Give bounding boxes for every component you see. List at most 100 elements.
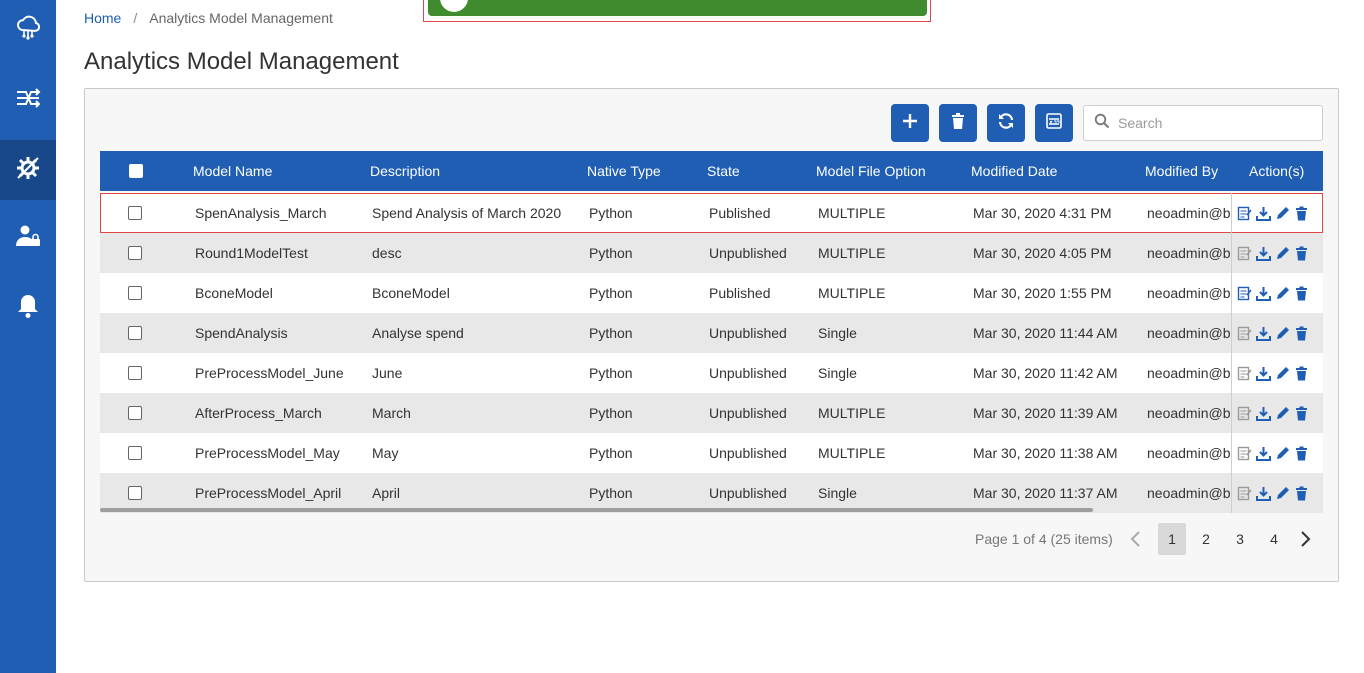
search-input[interactable] bbox=[1118, 115, 1318, 131]
view-details-icon[interactable] bbox=[1237, 366, 1252, 381]
row-checkbox[interactable] bbox=[128, 486, 142, 500]
table-row[interactable]: PreProcessModel_June June Python Unpublishe… bbox=[100, 353, 1323, 393]
delete-icon[interactable] bbox=[1294, 446, 1309, 461]
cell-state: Unpublished bbox=[709, 365, 787, 381]
download-icon[interactable] bbox=[1256, 286, 1271, 301]
row-actions bbox=[1231, 193, 1323, 233]
download-icon[interactable] bbox=[1256, 486, 1271, 501]
delete-icon[interactable] bbox=[1294, 246, 1309, 261]
cloud-network-icon bbox=[14, 14, 42, 47]
cell-modified-date: Mar 30, 2020 4:31 PM bbox=[973, 205, 1112, 221]
sidebar-item-workflow[interactable] bbox=[0, 70, 56, 130]
cell-model-file-option: MULTIPLE bbox=[818, 405, 886, 421]
table-row[interactable]: AfterProcess_March March Python Unpublished… bbox=[100, 393, 1323, 433]
cell-state: Unpublished bbox=[709, 405, 787, 421]
cell-model-name: Round1ModelTest bbox=[195, 245, 308, 261]
download-icon[interactable] bbox=[1256, 246, 1271, 261]
header-modified-date[interactable]: Modified Date bbox=[971, 151, 1057, 191]
cell-modified-date: Mar 30, 2020 11:42 AM bbox=[973, 365, 1118, 381]
edit-icon[interactable] bbox=[1275, 326, 1290, 341]
model-panel: Model Name Description Native Type State… bbox=[84, 88, 1339, 582]
header-model-file-option[interactable]: Model File Option bbox=[816, 151, 926, 191]
edit-icon[interactable] bbox=[1275, 246, 1290, 261]
add-model-button[interactable] bbox=[891, 104, 929, 142]
table-row[interactable]: SpenAnalysis_March Spend Analysis of Marc… bbox=[100, 193, 1323, 233]
view-details-icon[interactable] bbox=[1237, 406, 1252, 421]
header-state[interactable]: State bbox=[707, 151, 740, 191]
delete-icon[interactable] bbox=[1294, 366, 1309, 381]
edit-icon[interactable] bbox=[1275, 486, 1290, 501]
sidebar-item-notifications[interactable] bbox=[0, 278, 56, 338]
view-details-icon[interactable] bbox=[1237, 246, 1252, 261]
row-checkbox[interactable] bbox=[128, 206, 142, 220]
select-all-checkbox[interactable] bbox=[129, 164, 143, 178]
breadcrumb-current: Analytics Model Management bbox=[149, 10, 333, 26]
delete-icon[interactable] bbox=[1294, 286, 1309, 301]
page-1-button[interactable]: 1 bbox=[1158, 523, 1186, 555]
search-box[interactable] bbox=[1083, 105, 1323, 141]
download-icon[interactable] bbox=[1256, 326, 1271, 341]
cell-modified-date: Mar 30, 2020 11:39 AM bbox=[973, 405, 1118, 421]
header-modified-by[interactable]: Modified By bbox=[1145, 151, 1218, 191]
download-icon[interactable] bbox=[1256, 206, 1271, 221]
horizontal-scrollbar[interactable] bbox=[100, 508, 1093, 512]
table-row[interactable]: SpendAnalysis Analyse spend Python Unpublis… bbox=[100, 313, 1323, 353]
edit-icon[interactable] bbox=[1275, 446, 1290, 461]
view-details-icon[interactable] bbox=[1237, 326, 1252, 341]
view-details-icon[interactable] bbox=[1237, 286, 1252, 301]
cell-modified-by: neoadmin@bo bbox=[1147, 325, 1230, 341]
edit-icon[interactable] bbox=[1275, 366, 1290, 381]
sidebar-item-model-management[interactable] bbox=[0, 140, 56, 200]
table-row[interactable]: PreProcessModel_April April Python Unpublis… bbox=[100, 473, 1323, 513]
refresh-button[interactable] bbox=[987, 104, 1025, 142]
download-icon[interactable] bbox=[1256, 446, 1271, 461]
cell-modified-by: neoadmin@bo bbox=[1147, 445, 1230, 461]
row-checkbox[interactable] bbox=[128, 246, 142, 260]
sidebar-item-user-access[interactable] bbox=[0, 208, 56, 268]
user-lock-icon bbox=[14, 222, 42, 255]
cell-description: June bbox=[372, 365, 403, 381]
sidebar-item-cloud[interactable] bbox=[0, 0, 56, 60]
cell-native-type: Python bbox=[589, 245, 633, 261]
delete-icon[interactable] bbox=[1294, 486, 1309, 501]
table-row[interactable]: Round1ModelTest desc Python Unpublished MULT… bbox=[100, 233, 1323, 273]
row-checkbox[interactable] bbox=[128, 366, 142, 380]
prev-page-button[interactable] bbox=[1128, 529, 1144, 549]
download-icon[interactable] bbox=[1256, 366, 1271, 381]
export-xlsx-button[interactable] bbox=[1035, 104, 1073, 142]
view-details-icon[interactable] bbox=[1237, 486, 1252, 501]
table-row[interactable]: BconeModel BconeModel Python Published MULTI… bbox=[100, 273, 1323, 313]
row-checkbox[interactable] bbox=[128, 286, 142, 300]
breadcrumb-home-link[interactable]: Home bbox=[84, 10, 121, 26]
delete-icon[interactable] bbox=[1294, 206, 1309, 221]
download-icon[interactable] bbox=[1256, 406, 1271, 421]
cell-description: Analyse spend bbox=[372, 325, 464, 341]
header-model-name[interactable]: Model Name bbox=[193, 151, 272, 191]
cell-model-name: PreProcessModel_May bbox=[195, 445, 340, 461]
row-actions bbox=[1231, 393, 1323, 433]
page-4-button[interactable]: 4 bbox=[1260, 523, 1288, 555]
edit-icon[interactable] bbox=[1275, 286, 1290, 301]
edit-icon[interactable] bbox=[1275, 406, 1290, 421]
view-details-icon[interactable] bbox=[1237, 206, 1252, 221]
page-2-button[interactable]: 2 bbox=[1192, 523, 1220, 555]
delete-icon[interactable] bbox=[1294, 406, 1309, 421]
delete-icon[interactable] bbox=[1294, 326, 1309, 341]
table-header: Model Name Description Native Type State… bbox=[100, 151, 1323, 191]
header-native-type[interactable]: Native Type bbox=[587, 151, 661, 191]
row-checkbox[interactable] bbox=[128, 446, 142, 460]
cell-description: BconeModel bbox=[372, 285, 450, 301]
delete-models-button[interactable] bbox=[939, 104, 977, 142]
row-checkbox[interactable] bbox=[128, 406, 142, 420]
table-row[interactable]: PreProcessModel_May May Python Unpublished M… bbox=[100, 433, 1323, 473]
row-checkbox[interactable] bbox=[128, 326, 142, 340]
edit-icon[interactable] bbox=[1275, 206, 1290, 221]
page-title: Analytics Model Management bbox=[84, 48, 399, 75]
cell-modified-by: neoadmin@bo bbox=[1147, 245, 1230, 261]
next-page-button[interactable] bbox=[1297, 529, 1313, 549]
view-details-icon[interactable] bbox=[1237, 446, 1252, 461]
header-description[interactable]: Description bbox=[370, 151, 440, 191]
success-toast[interactable] bbox=[428, 0, 927, 16]
page-3-button[interactable]: 3 bbox=[1226, 523, 1254, 555]
row-actions bbox=[1231, 233, 1323, 273]
